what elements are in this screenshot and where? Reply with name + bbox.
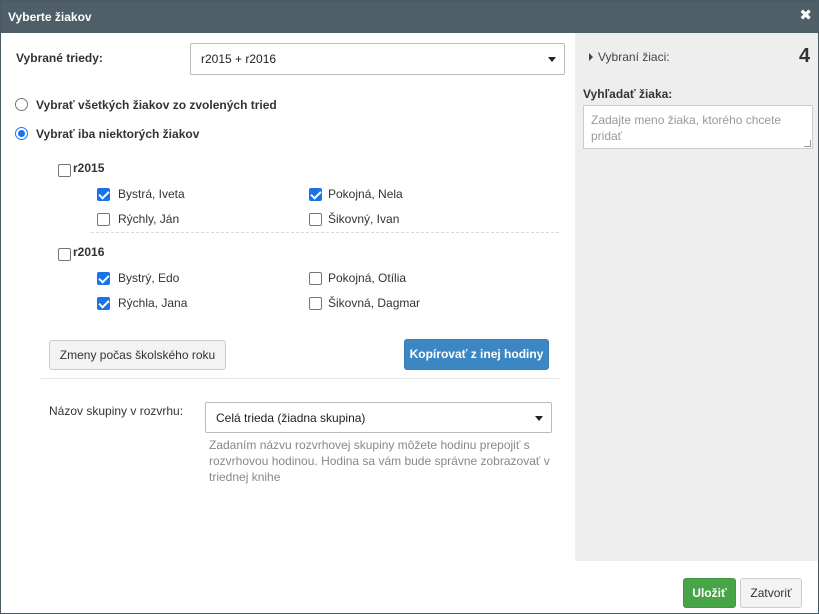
school-year-changes-button[interactable]: Zmeny počas školského roku — [49, 340, 226, 370]
student-checkbox[interactable] — [97, 188, 110, 201]
student-checkbox[interactable] — [309, 188, 322, 201]
group-divider — [91, 232, 559, 233]
schedule-group-label: Názov skupiny v rozvrhu: — [49, 404, 184, 418]
student-label[interactable]: Rýchla, Jana — [118, 296, 187, 310]
classes-select-value: r2015 + r2016 — [201, 52, 277, 66]
student-label[interactable]: Pokojná, Otília — [328, 271, 406, 285]
student-checkbox[interactable] — [97, 297, 110, 310]
student-label[interactable]: Bystrý, Edo — [118, 271, 179, 285]
student-label[interactable]: Bystrá, Iveta — [118, 187, 185, 201]
copy-from-lesson-button[interactable]: Kopírovať z inej hodiny — [404, 339, 549, 370]
student-checkbox[interactable] — [97, 272, 110, 285]
student-checkbox[interactable] — [97, 213, 110, 226]
caret-right-icon[interactable] — [589, 53, 593, 61]
classes-select[interactable]: r2015 + r2016 — [190, 43, 565, 75]
schedule-group-help-text: Zadaním názvu rozvrhovej skupiny môžete … — [209, 438, 550, 484]
schedule-group-select-value: Celá trieda (žiadna skupina) — [216, 411, 366, 425]
student-checkbox[interactable] — [309, 272, 322, 285]
search-student-label: Vyhľadať žiaka: — [583, 87, 673, 101]
save-button[interactable]: Uložiť — [683, 578, 736, 608]
search-student-placeholder: Zadajte meno žiaka, ktorého chcete prida… — [591, 113, 782, 143]
chevron-down-icon — [548, 57, 556, 62]
radio-some-students[interactable] — [15, 127, 28, 140]
student-label[interactable]: Šikovný, Ivan — [328, 212, 399, 226]
dialog-title: Vyberte žiakov — [8, 10, 92, 24]
section-divider — [41, 378, 559, 379]
group-label-r2016[interactable]: r2016 — [73, 245, 104, 259]
chevron-down-icon — [535, 416, 543, 421]
classes-label: Vybrané triedy: — [16, 51, 103, 65]
close-icon[interactable]: ✖ — [799, 8, 812, 24]
search-student-input[interactable]: Zadajte meno žiaka, ktorého chcete prida… — [583, 105, 813, 149]
radio-all-students[interactable] — [15, 98, 28, 111]
schedule-group-select[interactable]: Celá trieda (žiadna skupina) — [205, 402, 552, 433]
student-checkbox[interactable] — [309, 213, 322, 226]
student-label[interactable]: Šikovná, Dagmar — [328, 296, 420, 310]
student-label[interactable]: Pokojná, Nela — [328, 187, 403, 201]
radio-some-students-label[interactable]: Vybrať iba niektorých žiakov — [36, 127, 199, 141]
dialog-titlebar: Vyberte žiakov ✖ — [1, 1, 818, 33]
resize-handle-icon[interactable] — [804, 140, 811, 147]
student-label[interactable]: Rýchly, Ján — [118, 212, 179, 226]
group-label-r2015[interactable]: r2015 — [73, 161, 104, 175]
group-checkbox-r2016[interactable] — [58, 248, 71, 261]
selected-students-count: 4 — [799, 45, 811, 67]
close-button[interactable]: Zatvoriť — [740, 578, 802, 608]
selected-students-label[interactable]: Vybraní žiaci: — [598, 50, 670, 64]
group-checkbox-r2015[interactable] — [58, 164, 71, 177]
student-checkbox[interactable] — [309, 297, 322, 310]
radio-all-students-label[interactable]: Vybrať všetkých žiakov zo zvolených trie… — [36, 98, 277, 112]
select-students-dialog: Vyberte žiakov ✖ Vybrané triedy: r2015 +… — [0, 0, 819, 614]
